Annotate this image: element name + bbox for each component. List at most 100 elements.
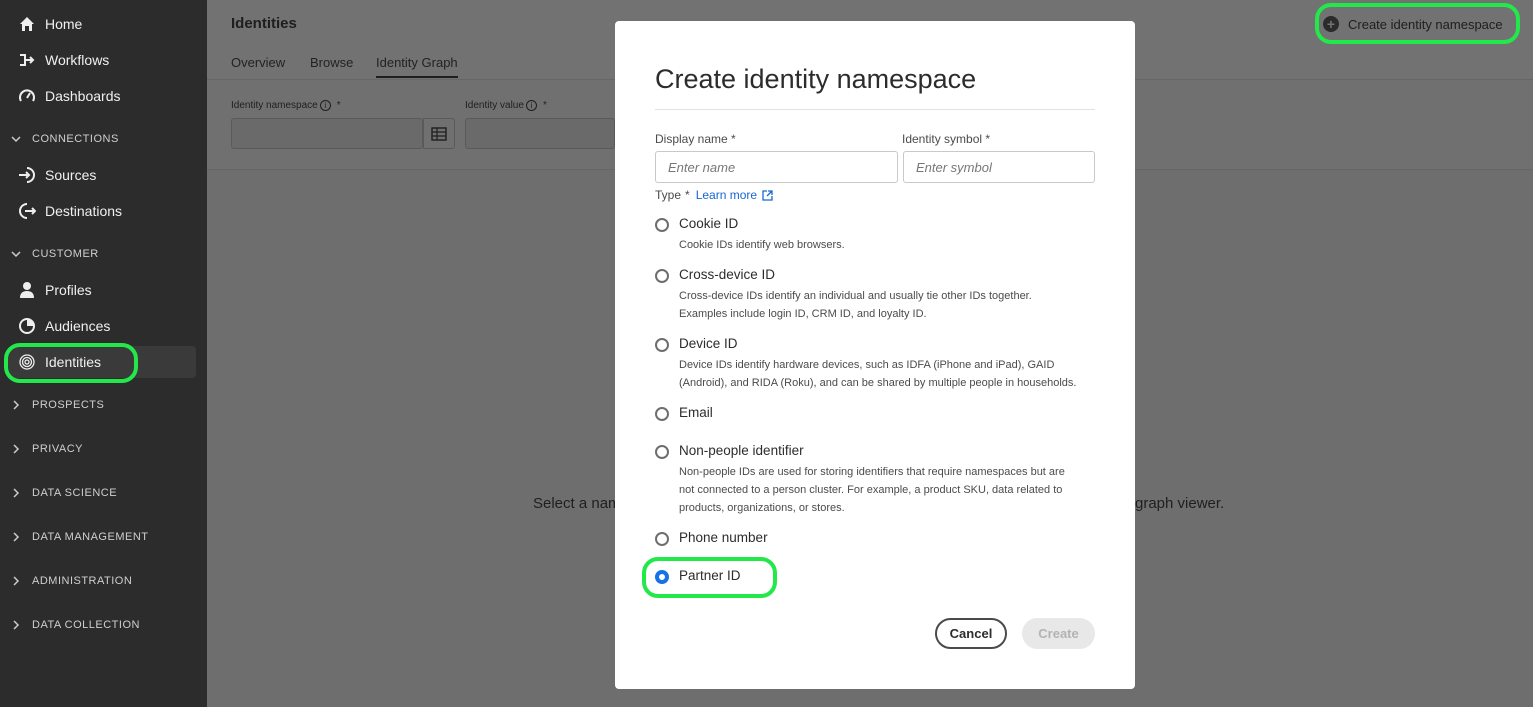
section-connections[interactable]: CONNECTIONS xyxy=(10,129,119,149)
radio-button[interactable] xyxy=(655,269,669,283)
page-title: Identities xyxy=(231,15,297,32)
section-data-collection[interactable]: DATA COLLECTION xyxy=(10,615,140,635)
option-title: Email xyxy=(679,405,713,420)
chevron-right-icon xyxy=(10,532,22,542)
description-line: Examples include login ID, CRM ID, and l… xyxy=(679,308,927,320)
sidebar-item-profiles[interactable]: Profiles xyxy=(8,274,196,306)
label-text: Identity value xyxy=(465,100,524,111)
identity-value-input[interactable] xyxy=(465,118,615,149)
description-line: Non-people IDs are used for storing iden… xyxy=(679,466,1065,478)
sidebar-item-dashboards[interactable]: Dashboards xyxy=(8,80,196,112)
sidebar-item-sources[interactable]: Sources xyxy=(8,159,196,191)
description-line: products, organizations, or stores. xyxy=(679,502,845,514)
chevron-right-icon xyxy=(10,576,22,586)
create-button-label: Create identity namespace xyxy=(1348,16,1503,32)
learn-more-link[interactable]: Learn more xyxy=(696,188,757,202)
cancel-button[interactable]: Cancel xyxy=(935,618,1007,649)
sidebar-item-destinations[interactable]: Destinations xyxy=(8,195,196,227)
required-mark: * xyxy=(731,132,736,146)
dashboard-icon xyxy=(18,87,36,105)
tab-identity-graph[interactable]: Identity Graph xyxy=(376,55,458,78)
required-mark: * xyxy=(685,188,690,202)
table-icon xyxy=(431,126,447,141)
section-data-management[interactable]: DATA MANAGEMENT xyxy=(10,527,149,547)
identity-namespace-input[interactable] xyxy=(231,118,423,149)
chevron-right-icon xyxy=(10,488,22,498)
label-text: Display name xyxy=(655,132,728,146)
sidebar-item-label: Profiles xyxy=(45,282,92,298)
option-description: Cookie IDs identify web browsers. xyxy=(679,236,1079,254)
section-label: DATA SCIENCE xyxy=(32,487,118,499)
radio-button[interactable] xyxy=(655,445,669,459)
dialog-title: Create identity namespace xyxy=(655,64,977,94)
required-mark: * xyxy=(336,100,341,111)
radio-button[interactable] xyxy=(655,407,669,421)
create-button[interactable]: Create xyxy=(1022,618,1095,649)
sidebar-item-workflows[interactable]: Workflows xyxy=(8,44,196,76)
sidebar-item-label: Home xyxy=(45,16,83,32)
option-description: Cross-device IDs identify an individual … xyxy=(679,287,1079,323)
identity-symbol-label: Identity symbol * xyxy=(902,132,990,146)
sidebar-item-label: Identities xyxy=(45,354,102,370)
info-icon[interactable]: i xyxy=(525,100,537,111)
option-title: Non-people identifier xyxy=(679,443,804,458)
sidebar-item-identities[interactable]: Identities xyxy=(8,346,196,378)
label-text: Identity symbol xyxy=(902,132,983,146)
section-label: DATA COLLECTION xyxy=(32,619,140,631)
display-name-input[interactable] xyxy=(655,151,898,183)
option-description: Device IDs identify hardware devices, su… xyxy=(679,356,1079,392)
section-label: PROSPECTS xyxy=(32,399,105,411)
namespace-picker-button[interactable] xyxy=(423,118,455,149)
info-icon[interactable]: i xyxy=(319,100,331,111)
description-line: Device IDs identify hardware devices, su… xyxy=(679,359,1055,371)
destination-icon xyxy=(18,202,36,220)
option-title: Partner ID xyxy=(679,568,741,583)
tab-overview[interactable]: Overview xyxy=(231,55,285,70)
sidebar: Home Workflows Dashboards CONNECTIONS So… xyxy=(0,0,207,707)
description-line: Cross-device IDs identify an individual … xyxy=(679,290,1032,302)
section-administration[interactable]: ADMINISTRATION xyxy=(10,571,132,591)
chevron-right-icon xyxy=(10,444,22,454)
radio-button-selected[interactable] xyxy=(655,570,669,584)
section-prospects[interactable]: PROSPECTS xyxy=(10,395,104,415)
description-line: not connected to a person cluster. For e… xyxy=(679,484,1063,496)
radio-button[interactable] xyxy=(655,338,669,352)
radio-button[interactable] xyxy=(655,532,669,546)
option-description: Non-people IDs are used for storing iden… xyxy=(679,463,1079,517)
identity-namespace-label: Identity namespace i * xyxy=(231,100,341,111)
option-title: Phone number xyxy=(679,530,768,545)
required-mark: * xyxy=(985,132,991,146)
option-title: Cookie ID xyxy=(679,216,739,231)
create-identity-namespace-button[interactable]: + Create identity namespace xyxy=(1323,10,1503,38)
description-line: Cookie IDs identify web browsers. xyxy=(679,239,845,251)
tab-browse[interactable]: Browse xyxy=(310,55,353,70)
section-data-science[interactable]: DATA SCIENCE xyxy=(10,483,117,503)
section-privacy[interactable]: PRIVACY xyxy=(10,439,83,459)
section-label: PRIVACY xyxy=(32,443,83,455)
home-icon xyxy=(18,15,36,33)
user-icon xyxy=(18,281,36,299)
divider xyxy=(655,109,1095,110)
option-title: Cross-device ID xyxy=(679,267,776,282)
empty-state-text-right: graph viewer. xyxy=(1135,495,1225,512)
display-name-label: Display name * xyxy=(655,132,736,146)
sidebar-item-label: Sources xyxy=(45,167,97,183)
option-title: Device ID xyxy=(679,336,738,351)
external-link-icon xyxy=(762,189,773,201)
section-label: DATA MANAGEMENT xyxy=(32,531,149,543)
section-customer[interactable]: CUSTOMER xyxy=(10,244,99,264)
fingerprint-icon xyxy=(18,353,36,371)
sidebar-item-audiences[interactable]: Audiences xyxy=(8,310,196,342)
add-circle-icon: + xyxy=(1323,16,1339,32)
chevron-right-icon xyxy=(10,620,22,630)
identity-symbol-input[interactable] xyxy=(903,151,1095,183)
sidebar-item-home[interactable]: Home xyxy=(8,8,196,40)
type-label: Type * Learn more xyxy=(655,188,773,202)
description-line: (Android), and RIDA (Roku), and can be s… xyxy=(679,377,1077,389)
chevron-down-icon xyxy=(10,134,22,144)
source-icon xyxy=(18,166,36,184)
create-namespace-dialog: Create identity namespace Display name *… xyxy=(615,21,1135,689)
sidebar-item-label: Workflows xyxy=(45,52,110,68)
section-label: CONNECTIONS xyxy=(32,133,119,145)
radio-button[interactable] xyxy=(655,218,669,232)
